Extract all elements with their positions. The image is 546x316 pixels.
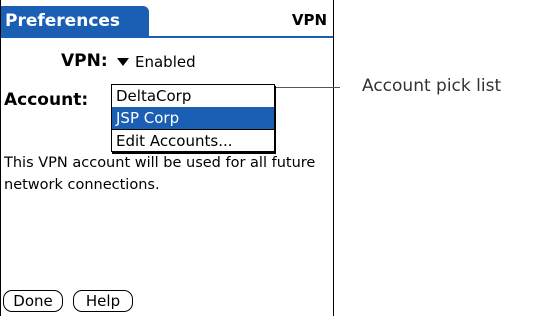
title-bar: Preferences VPN: [1, 6, 333, 38]
description-text: This VPN account will be used for all fu…: [4, 155, 316, 193]
panel-name: VPN: [291, 11, 327, 29]
vpn-selector[interactable]: Enabled: [117, 53, 196, 71]
callout-line: [276, 87, 340, 88]
account-pick-list[interactable]: DeltaCorp JSP Corp Edit Accounts...: [111, 84, 275, 152]
pick-item-deltacorp[interactable]: DeltaCorp: [112, 85, 274, 107]
help-button[interactable]: Help: [73, 290, 133, 312]
pick-item-edit-accounts[interactable]: Edit Accounts...: [112, 129, 274, 151]
account-label: Account:: [4, 90, 89, 110]
vpn-value: Enabled: [135, 53, 196, 71]
vpn-label: VPN:: [61, 51, 108, 71]
dropdown-triangle-icon: [117, 58, 129, 66]
app-title-tab[interactable]: Preferences: [1, 6, 149, 36]
pick-item-jsp-corp[interactable]: JSP Corp: [112, 107, 274, 129]
device-screen: Preferences VPN VPN: Enabled Account: De…: [0, 0, 334, 316]
callout-label: Account pick list: [362, 76, 502, 96]
done-button[interactable]: Done: [3, 290, 63, 312]
